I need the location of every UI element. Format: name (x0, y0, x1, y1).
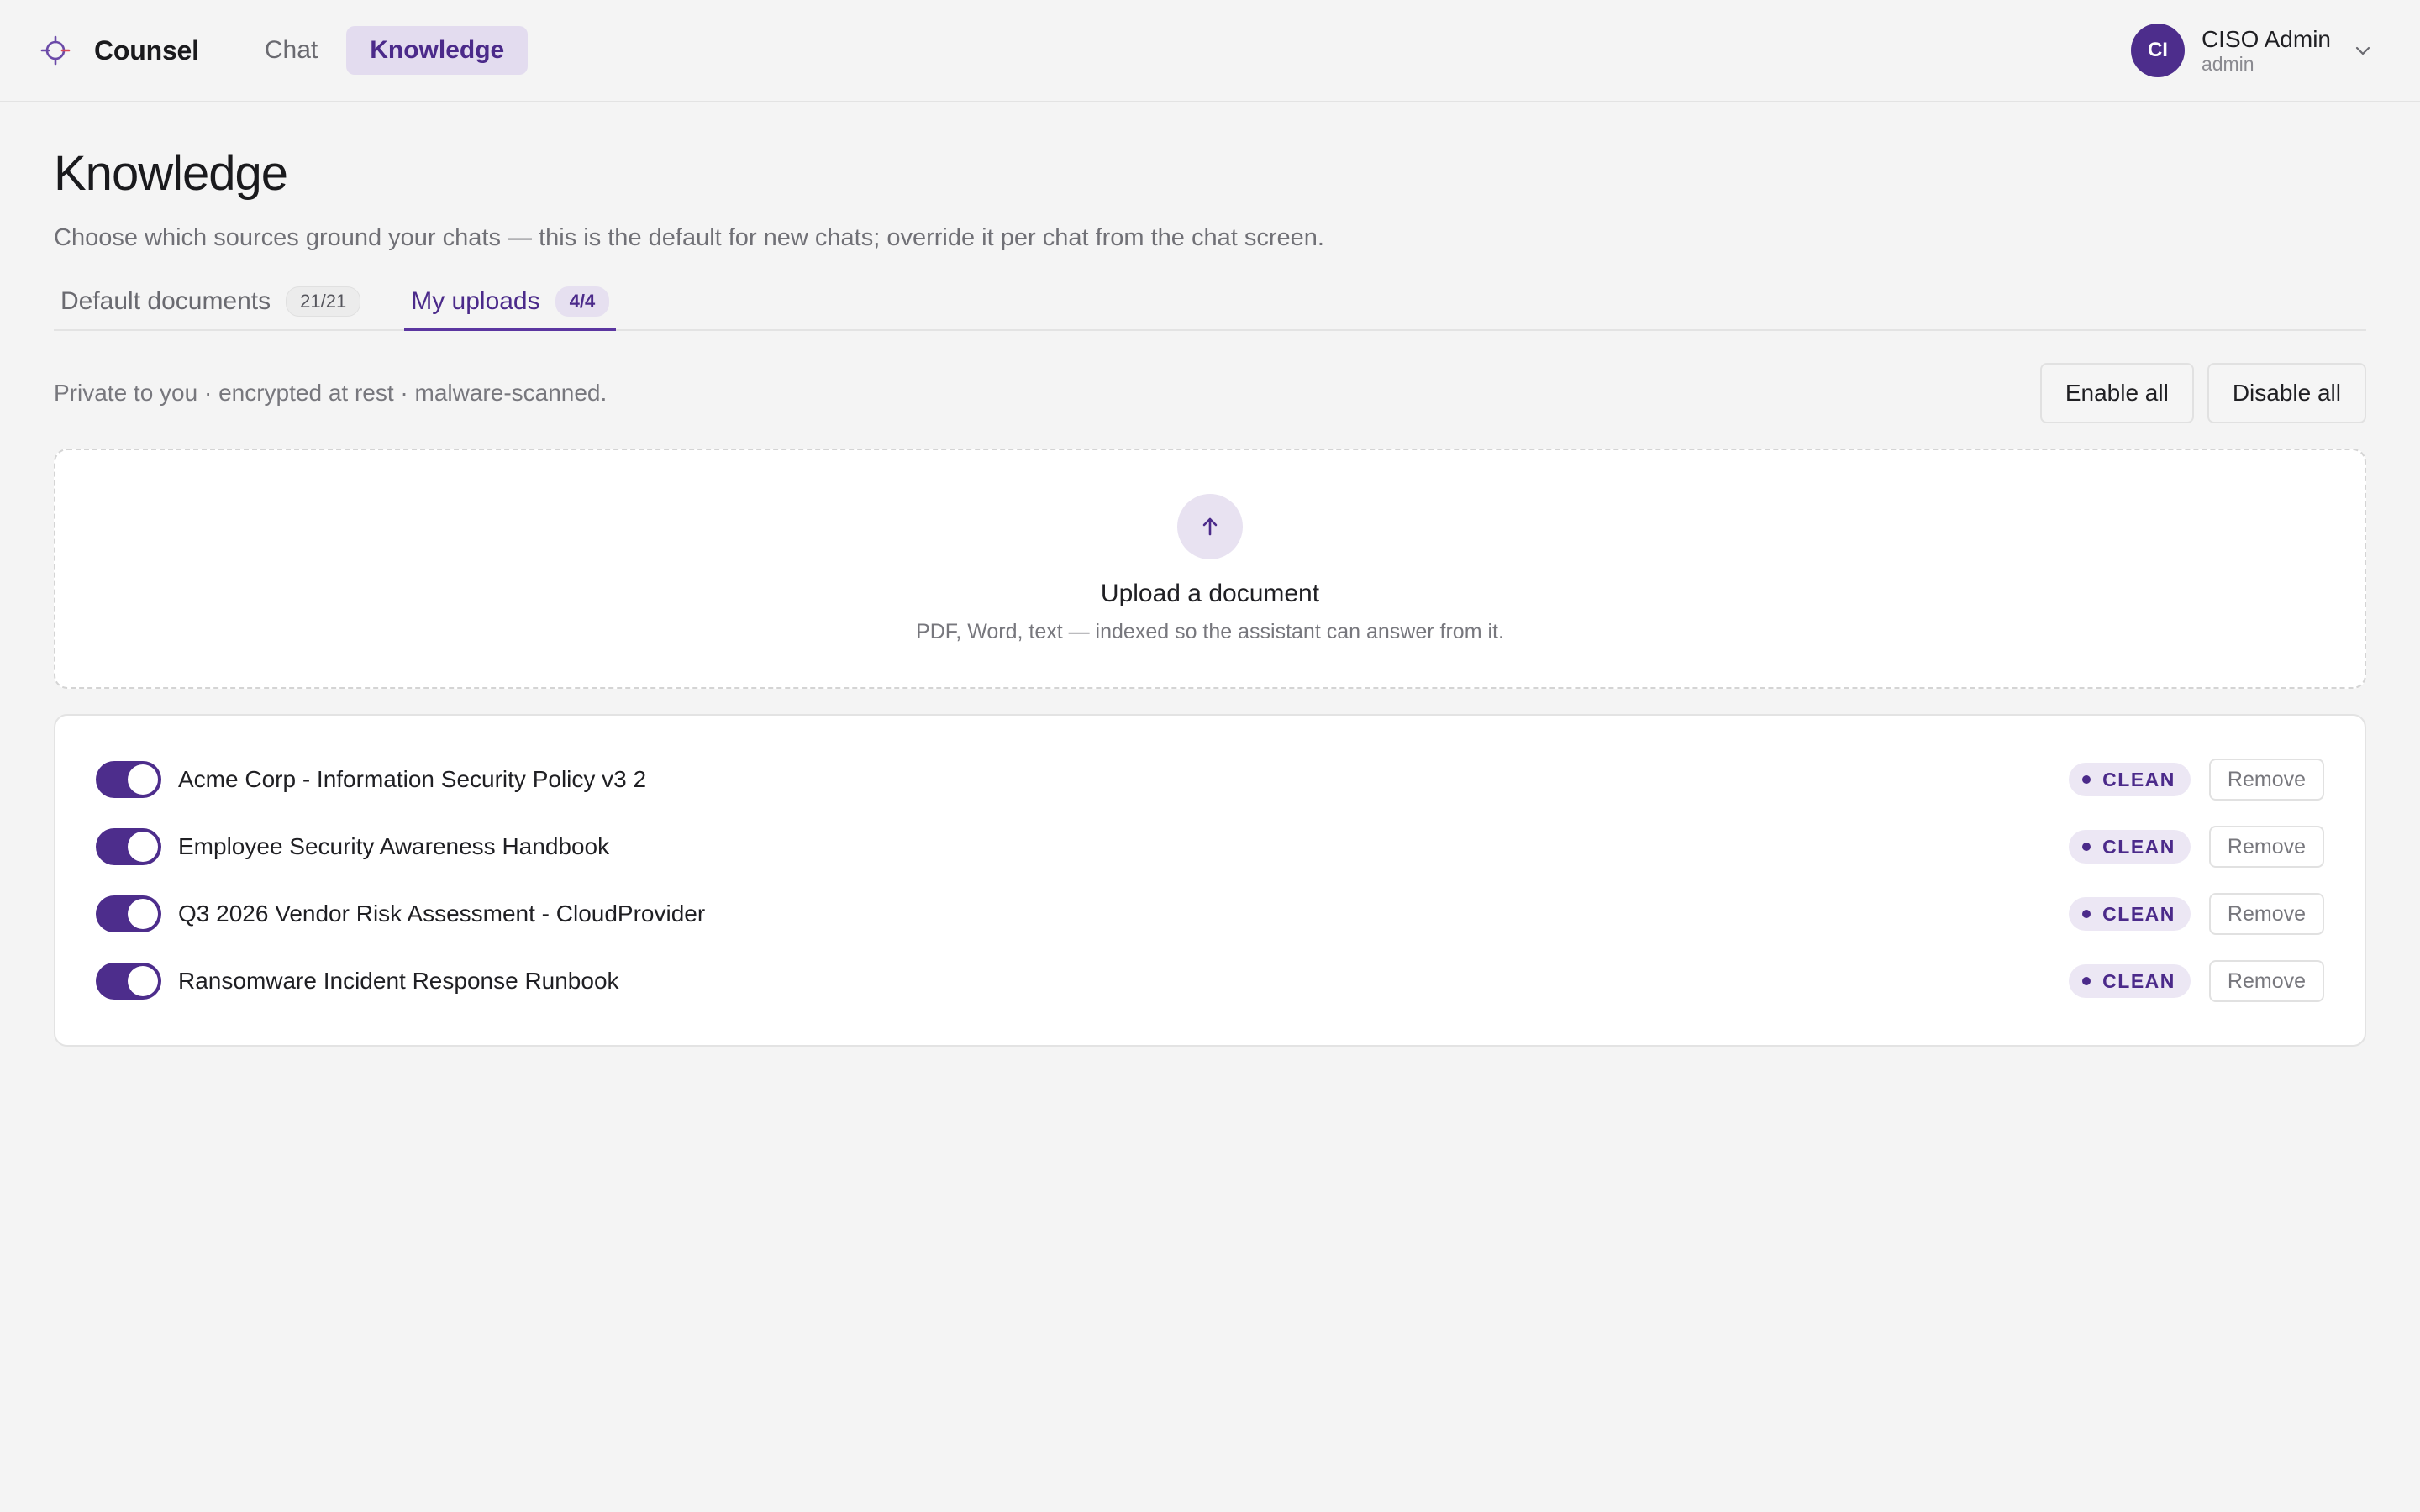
document-toggle[interactable] (96, 828, 161, 865)
status-dot-icon (2082, 775, 2091, 784)
status-dot-icon (2082, 910, 2091, 918)
enable-all-button[interactable]: Enable all (2039, 363, 2194, 423)
counsel-logo-icon[interactable] (39, 34, 72, 67)
nav-knowledge[interactable]: Knowledge (346, 26, 529, 75)
status-text: CLEAN (2102, 902, 2175, 925)
remove-button[interactable]: Remove (2208, 826, 2324, 868)
status-badge: CLEAN (2069, 897, 2191, 931)
user-menu[interactable]: CI CISO Admin admin (2130, 24, 2375, 77)
avatar[interactable]: CI (2130, 24, 2185, 77)
document-name: Q3 2026 Vendor Risk Assessment - CloudPr… (178, 900, 706, 927)
status-dot-icon (2082, 977, 2091, 985)
list-item: Acme Corp - Information Security Policy … (96, 746, 2324, 813)
document-name: Acme Corp - Information Security Policy … (178, 766, 647, 792)
status-text: CLEAN (2102, 835, 2175, 858)
user-name: CISO Admin (2201, 26, 2331, 52)
status-badge: CLEAN (2069, 763, 2191, 796)
document-toggle[interactable] (96, 895, 161, 932)
arrow-up-icon[interactable] (1177, 494, 1243, 559)
tab-my-uploads[interactable]: My uploads 4/4 (404, 274, 617, 331)
uploaded-documents-list: Acme Corp - Information Security Policy … (54, 714, 2366, 1047)
document-toggle[interactable] (96, 963, 161, 1000)
status-dot-icon (2082, 843, 2091, 851)
list-item: Employee Security Awareness Handbook CLE… (96, 813, 2324, 880)
remove-button[interactable]: Remove (2208, 893, 2324, 935)
status-badge: CLEAN (2069, 830, 2191, 864)
page-subtitle: Choose which sources ground your chats —… (54, 224, 1324, 251)
main-nav: Chat Knowledge (241, 26, 529, 75)
toggle-knob (128, 899, 158, 929)
chevron-down-icon[interactable] (2351, 39, 2375, 62)
toggle-knob (128, 764, 158, 795)
tab-count-badge: 4/4 (555, 286, 610, 317)
user-info: CISO Admin admin (2202, 26, 2331, 75)
top-bar: Counsel Chat Knowledge CI CISO Admin adm… (0, 0, 2420, 102)
toggle-knob (128, 966, 158, 996)
tab-label: Default documents (60, 287, 271, 315)
status-text: CLEAN (2102, 969, 2175, 992)
tab-default-documents[interactable]: Default documents 21/21 (54, 274, 367, 329)
user-role: admin (2201, 53, 2254, 75)
privacy-note: Private to you · encrypted at rest · mal… (54, 380, 608, 406)
upload-title: Upload a document (1100, 580, 1320, 607)
list-item: Q3 2026 Vendor Risk Assessment - CloudPr… (96, 880, 2324, 948)
main-content: Knowledge Choose which sources ground yo… (0, 144, 2420, 1047)
document-toggle[interactable] (96, 761, 161, 798)
disable-all-button[interactable]: Disable all (2207, 363, 2366, 423)
upload-hint: PDF, Word, text — indexed so the assista… (916, 620, 1504, 643)
knowledge-tabs: Default documents 21/21 My uploads 4/4 (54, 274, 2366, 331)
remove-button[interactable]: Remove (2208, 960, 2324, 1002)
list-item: Ransomware Incident Response Runbook CLE… (96, 948, 2324, 1015)
remove-button[interactable]: Remove (2208, 759, 2324, 801)
document-name: Employee Security Awareness Handbook (178, 833, 610, 859)
status-badge: CLEAN (2069, 964, 2191, 998)
uploads-toolbar: Private to you · encrypted at rest · mal… (54, 363, 2366, 423)
status-text: CLEAN (2102, 768, 2175, 790)
tab-label: My uploads (411, 287, 540, 315)
toggle-knob (128, 832, 158, 862)
brand-name[interactable]: Counsel (94, 35, 199, 66)
document-name: Ransomware Incident Response Runbook (178, 968, 619, 994)
nav-chat[interactable]: Chat (241, 26, 341, 75)
upload-dropzone[interactable]: Upload a document PDF, Word, text — inde… (54, 449, 2366, 689)
page-title: Knowledge (54, 146, 288, 201)
tab-count-badge: 21/21 (286, 286, 361, 317)
